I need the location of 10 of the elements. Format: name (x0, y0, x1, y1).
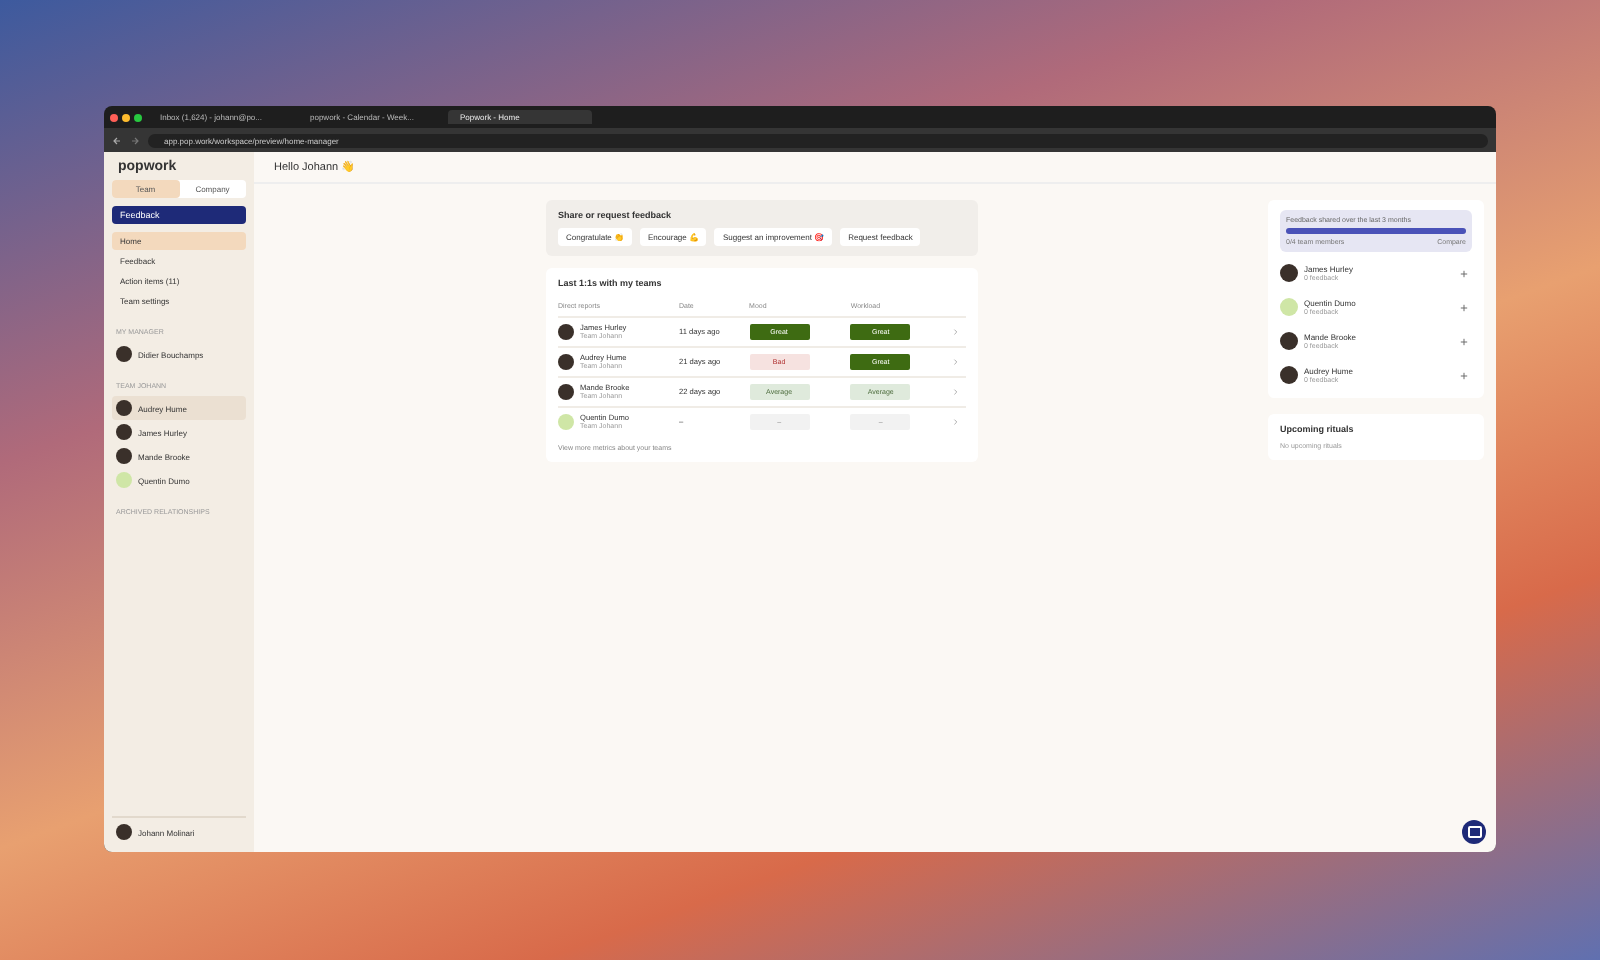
add-icon[interactable] (1460, 303, 1468, 311)
add-icon[interactable] (1460, 371, 1468, 379)
add-icon[interactable] (1460, 269, 1468, 277)
chat-icon[interactable] (1462, 820, 1486, 844)
avatar (116, 346, 132, 362)
back-icon[interactable] (112, 135, 122, 145)
add-icon[interactable] (1460, 337, 1468, 345)
forward-icon[interactable] (130, 135, 140, 145)
avatar (116, 824, 132, 840)
window-controls-icon[interactable] (110, 113, 142, 121)
